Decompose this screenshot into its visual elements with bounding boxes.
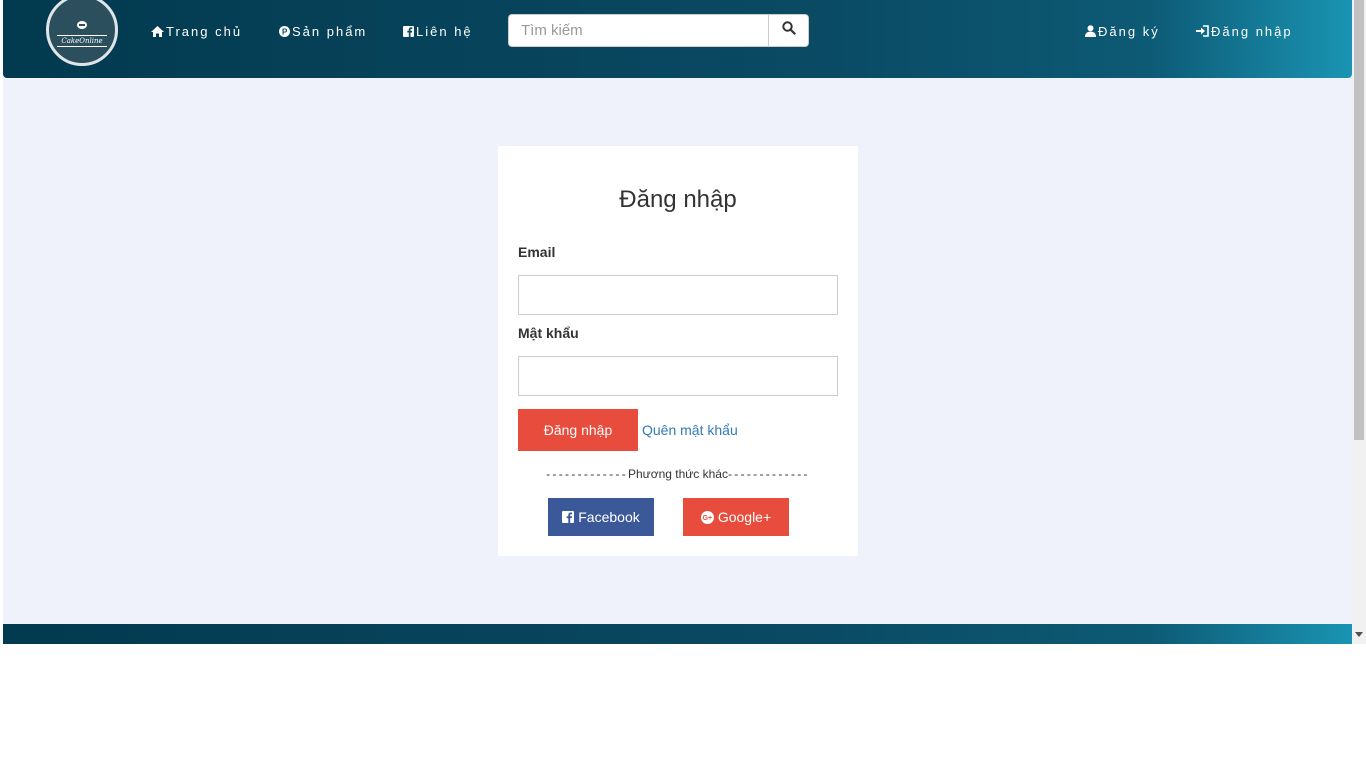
- login-button[interactable]: Đăng nhập: [518, 409, 638, 451]
- search-icon: [781, 21, 796, 40]
- divider: ------------- Phương thức khác -----------…: [498, 467, 858, 481]
- svg-text:P: P: [282, 27, 289, 36]
- divider-line-left: -------------: [546, 467, 628, 481]
- password-field[interactable]: [518, 356, 838, 396]
- scrollbar-thumb[interactable]: [1354, 0, 1364, 440]
- google-login-button[interactable]: G+ Google+: [683, 498, 789, 536]
- scroll-down-arrow-icon[interactable]: [1355, 632, 1363, 637]
- nav-item-label: Liên hệ: [416, 23, 473, 39]
- search-button[interactable]: [768, 15, 808, 46]
- footer: [3, 624, 1352, 644]
- scrollbar[interactable]: [1352, 0, 1366, 644]
- google-label: Google+: [717, 509, 772, 525]
- email-label: Email: [518, 244, 556, 260]
- divider-text: Phương thức khác: [628, 467, 728, 481]
- logo[interactable]: CakeOnline: [46, 0, 118, 66]
- sign-in-icon: [1196, 25, 1209, 37]
- svg-text:G+: G+: [702, 515, 712, 522]
- facebook-label: Facebook: [578, 509, 640, 525]
- nav-item-label: Đăng ký: [1098, 23, 1160, 39]
- page: CakeOnline Trang chủ P Sản phẩm Liên hệ: [3, 0, 1352, 644]
- nav-item-label: Sản phẩm: [292, 23, 368, 39]
- facebook-icon: [403, 25, 414, 37]
- password-label: Mật khẩu: [518, 325, 579, 341]
- nav-item-contact[interactable]: Liên hệ: [403, 23, 473, 39]
- page-title: Đăng nhập: [619, 186, 737, 213]
- google-plus-icon: G+: [700, 510, 714, 524]
- search-input[interactable]: [509, 15, 768, 46]
- nav-item-home[interactable]: Trang chủ: [151, 23, 242, 39]
- navbar: CakeOnline Trang chủ P Sản phẩm Liên hệ: [3, 0, 1352, 78]
- login-card: Đăng nhập Email Mật khẩu Đăng nhập Quên …: [498, 146, 858, 556]
- nav-item-login[interactable]: Đăng nhập: [1196, 23, 1293, 39]
- logo-text: CakeOnline: [57, 34, 107, 47]
- email-field[interactable]: [518, 275, 838, 315]
- nav-item-label: Đăng nhập: [1211, 23, 1293, 39]
- search-box: [508, 14, 809, 47]
- nav-item-products[interactable]: P Sản phẩm: [279, 23, 367, 39]
- divider-line-right: -------------: [727, 467, 810, 481]
- facebook-icon: [562, 511, 575, 523]
- cake-icon: [77, 20, 87, 33]
- nav-item-label: Trang chủ: [166, 23, 243, 39]
- product-icon: P: [279, 25, 290, 37]
- nav-item-register[interactable]: Đăng ký: [1085, 23, 1160, 39]
- user-icon: [1085, 25, 1096, 37]
- forgot-password-link[interactable]: Quên mật khẩu: [642, 422, 738, 438]
- home-icon: [151, 25, 164, 37]
- facebook-login-button[interactable]: Facebook: [548, 498, 654, 536]
